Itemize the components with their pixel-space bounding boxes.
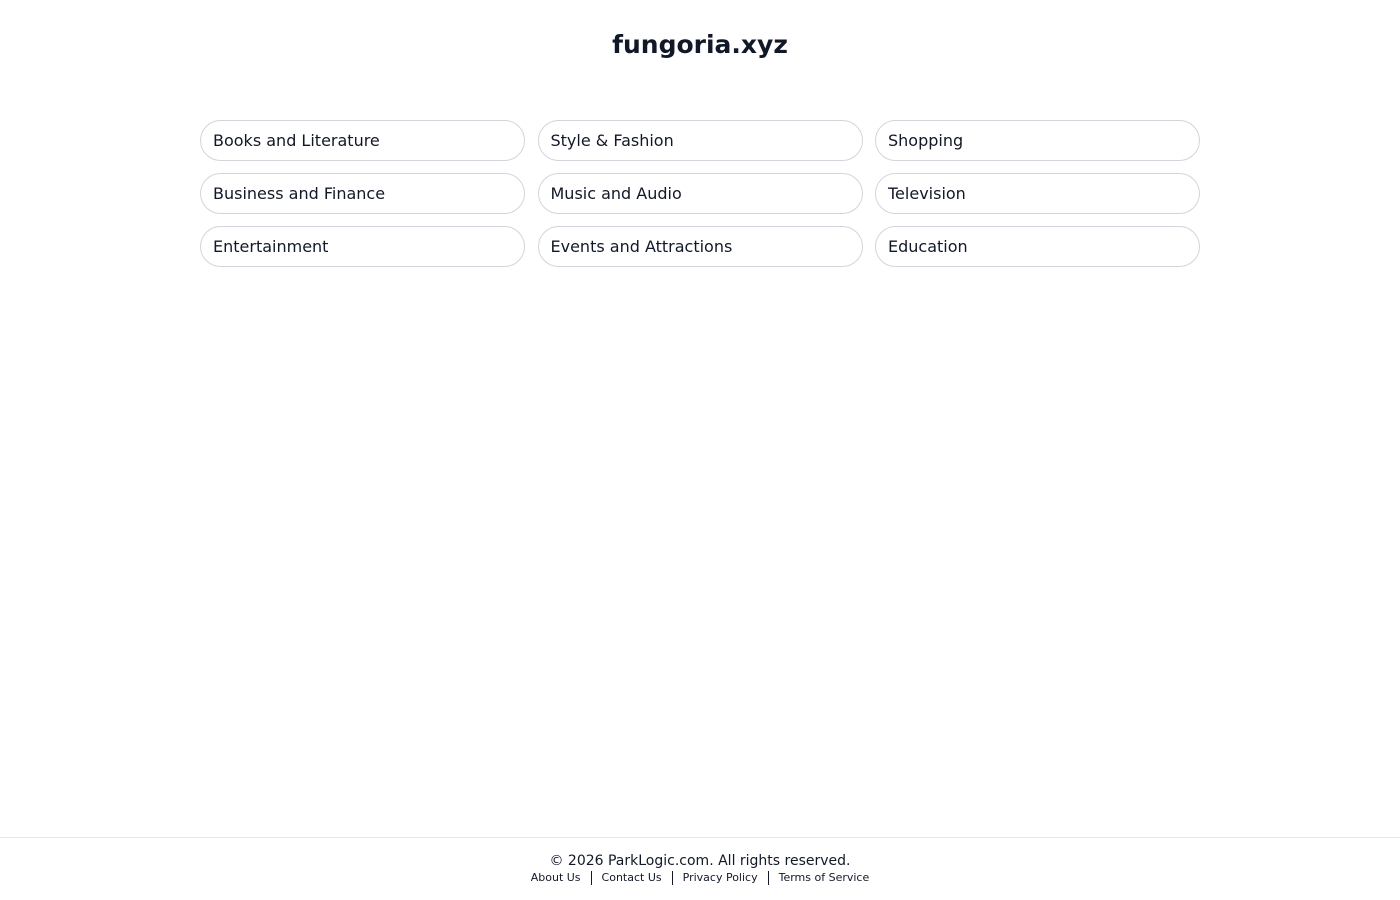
category-link-television[interactable]: Television	[875, 173, 1200, 214]
category-link-business-and-finance[interactable]: Business and Finance	[200, 173, 525, 214]
category-grid: Books and Literature Style & Fashion Sho…	[200, 120, 1200, 267]
page: fungoria.xyz Books and Literature Style …	[0, 0, 1400, 900]
category-link-books-and-literature[interactable]: Books and Literature	[200, 120, 525, 161]
category-link-education[interactable]: Education	[875, 226, 1200, 267]
category-link-entertainment[interactable]: Entertainment	[200, 226, 525, 267]
copyright-text: © 2026 ParkLogic.com. All rights reserve…	[549, 853, 851, 869]
footer-link-contact-us[interactable]: Contact Us	[602, 871, 662, 885]
category-link-style-and-fashion[interactable]: Style & Fashion	[537, 120, 863, 161]
footer-link-terms-of-service[interactable]: Terms of Service	[779, 871, 870, 885]
footer-divider	[671, 871, 673, 885]
footer-links: About Us Contact Us Privacy Policy Terms…	[0, 871, 1400, 885]
category-link-music-and-audio[interactable]: Music and Audio	[537, 173, 863, 214]
category-link-shopping[interactable]: Shopping	[875, 120, 1200, 161]
footer: © 2026 ParkLogic.com. All rights reserve…	[0, 837, 1400, 900]
footer-link-privacy-policy[interactable]: Privacy Policy	[683, 871, 758, 885]
footer-divider	[767, 871, 769, 885]
category-link-events-and-attractions[interactable]: Events and Attractions	[537, 226, 863, 267]
site-title: fungoria.xyz	[612, 30, 788, 59]
footer-divider	[590, 871, 592, 885]
footer-link-about-us[interactable]: About Us	[531, 871, 581, 885]
